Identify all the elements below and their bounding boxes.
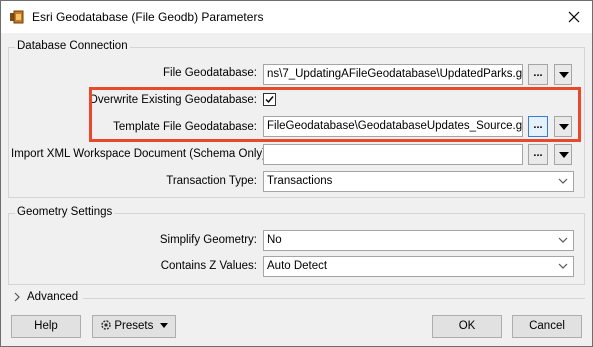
transaction-type-value: Transactions — [267, 175, 333, 187]
import-xml-browse-button[interactable]: ... — [528, 144, 548, 165]
chevron-right-icon — [14, 292, 20, 302]
import-xml-label: Import XML Workspace Document (Schema On… — [11, 148, 270, 160]
contains-z-select[interactable]: Auto Detect — [263, 256, 574, 277]
simplify-geometry-select[interactable]: No — [263, 230, 574, 251]
transaction-type-label: Transaction Type: — [166, 175, 257, 187]
highlight-annotation — [89, 87, 581, 142]
contains-z-value: Auto Detect — [267, 260, 328, 272]
dropdown-arrow-icon — [159, 323, 168, 328]
chevron-down-icon — [558, 237, 568, 243]
cancel-button[interactable]: Cancel — [512, 315, 582, 338]
advanced-divider — [83, 298, 585, 299]
advanced-label: Advanced — [27, 291, 79, 303]
import-xml-options-button[interactable] — [554, 144, 572, 165]
file-geodatabase-field[interactable]: ns\7_UpdatingAFileGeodatabase\UpdatedPar… — [263, 64, 523, 85]
gear-icon — [101, 320, 112, 330]
fme-writer-icon — [10, 10, 24, 24]
database-connection-title: Database Connection — [15, 40, 130, 52]
advanced-toggle[interactable]: Advanced — [13, 291, 78, 303]
file-geodatabase-label: File Geodatabase: — [163, 67, 257, 79]
chevron-down-icon — [558, 263, 568, 269]
close-icon — [568, 11, 580, 23]
presets-label: Presets — [114, 320, 154, 332]
dropdown-arrow-icon — [559, 72, 569, 78]
import-xml-field[interactable] — [263, 144, 523, 165]
file-geodatabase-options-button[interactable] — [554, 64, 572, 85]
dropdown-arrow-icon — [559, 152, 569, 158]
chevron-down-icon — [558, 178, 568, 184]
close-button[interactable] — [562, 5, 586, 29]
presets-button[interactable]: Presets — [92, 315, 176, 338]
contains-z-label: Contains Z Values: — [160, 260, 257, 272]
help-button[interactable]: Help — [11, 315, 81, 338]
window-title: Esri Geodatabase (File Geodb) Parameters — [32, 10, 264, 24]
simplify-geometry-value: No — [267, 234, 282, 246]
parameters-dialog: Esri Geodatabase (File Geodb) Parameters… — [0, 0, 593, 347]
file-geodatabase-browse-button[interactable]: ... — [528, 64, 548, 85]
title-bar: Esri Geodatabase (File Geodb) Parameters — [1, 1, 592, 33]
transaction-type-select[interactable]: Transactions — [263, 171, 574, 192]
simplify-geometry-label: Simplify Geometry: — [159, 234, 257, 246]
geometry-settings-title: Geometry Settings — [15, 206, 115, 218]
ok-button[interactable]: OK — [432, 315, 502, 338]
